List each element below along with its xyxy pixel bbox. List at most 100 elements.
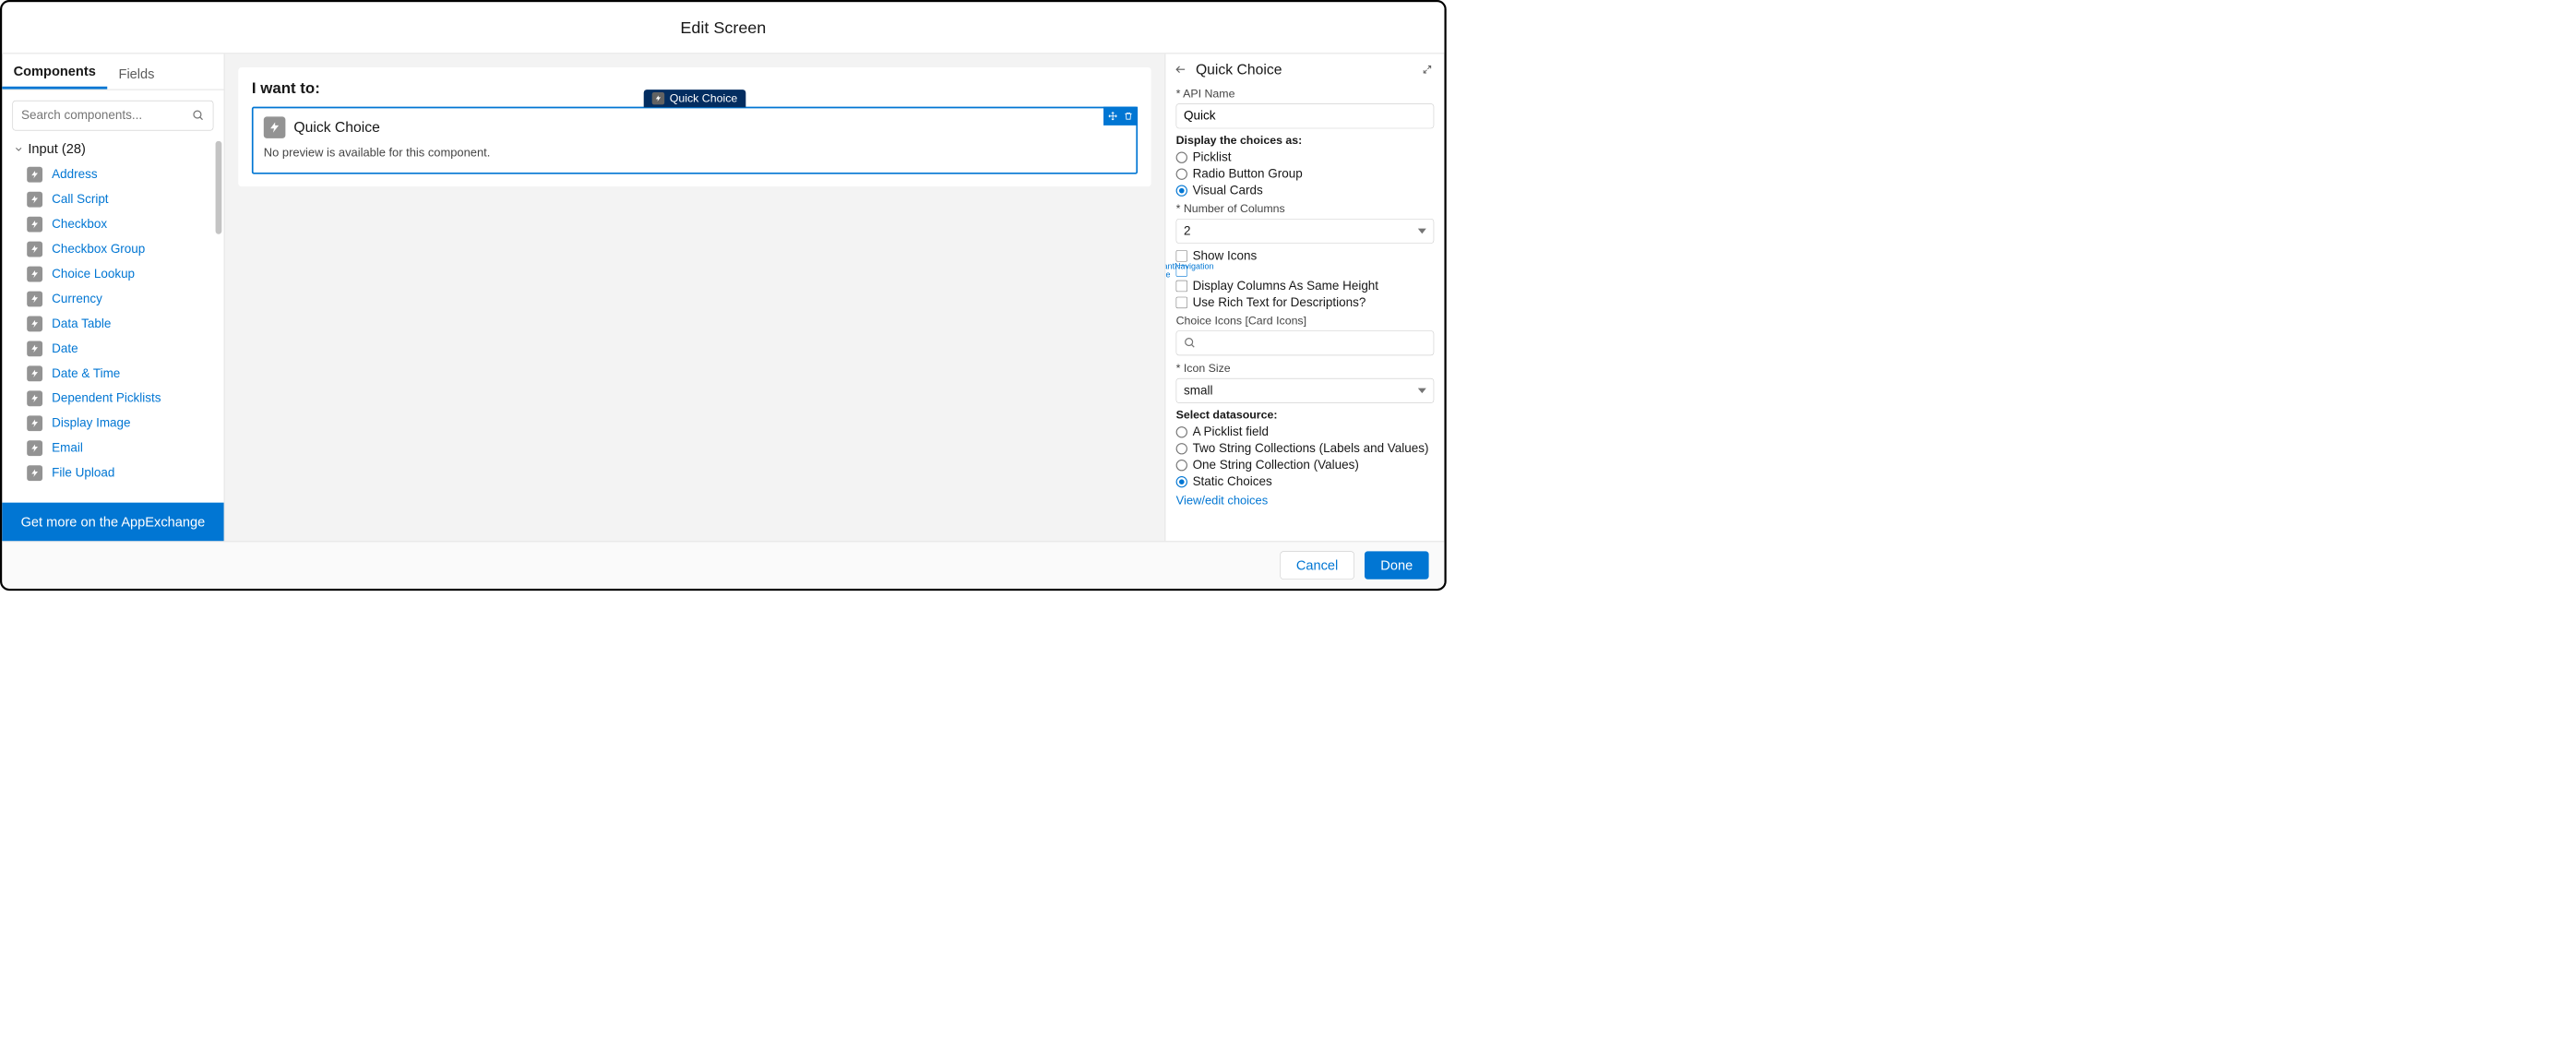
checkbox-label: Show Icons [1193, 249, 1258, 264]
palette-item[interactable]: Checkbox Group [2, 237, 223, 262]
lightning-icon [652, 92, 664, 104]
tab-components[interactable]: Components [2, 55, 107, 90]
modal-footer: Cancel Done [2, 541, 1444, 589]
datasource-label: Select datasource: [1176, 408, 1435, 422]
selected-component[interactable]: Quick Choice Quick Ch [252, 107, 1138, 174]
checkbox-option[interactable]: Display Columns As Same Height [1176, 279, 1435, 293]
checkbox-option[interactable]: Use Rich Text for Descriptions? [1176, 295, 1435, 310]
palette-item[interactable]: Address [2, 162, 223, 187]
palette-item[interactable]: Dependent Picklists [2, 386, 223, 411]
choice-icons-input[interactable] [1201, 336, 1426, 350]
component-icon [27, 267, 42, 282]
radio-icon [1176, 476, 1187, 487]
palette-item[interactable]: Currency [2, 287, 223, 312]
move-icon[interactable] [1106, 110, 1118, 122]
choice-icons-label: Choice Icons [Card Icons] [1176, 314, 1435, 328]
cancel-button[interactable]: Cancel [1280, 551, 1354, 579]
radio-option[interactable]: Radio Button Group [1176, 167, 1435, 182]
radio-option[interactable]: Picklist [1176, 150, 1435, 165]
scrollbar-thumb[interactable] [216, 141, 222, 234]
choice-icons-search[interactable] [1176, 330, 1435, 355]
palette-item-label: Address [52, 167, 97, 182]
palette-tabs: Components Fields [2, 54, 223, 90]
palette-item-label: Data Table [52, 317, 111, 331]
radio-option[interactable]: Visual Cards [1176, 184, 1435, 198]
palette-item[interactable]: Call Script [2, 187, 223, 212]
radio-label: Static Choices [1193, 474, 1272, 489]
checkbox-icon: InstantNavigation Mode [1176, 265, 1187, 276]
radio-option[interactable]: Static Choices [1176, 474, 1435, 489]
palette-scrollbar[interactable] [214, 141, 221, 503]
palette-item[interactable]: File Upload [2, 460, 223, 485]
checkbox-option[interactable]: InstantNavigation Mode [1176, 265, 1435, 276]
dropdown-icon [1418, 389, 1426, 394]
search-icon [1184, 337, 1196, 349]
radio-icon [1176, 152, 1187, 163]
radio-label: Two String Collections (Labels and Value… [1193, 441, 1429, 456]
component-search[interactable] [12, 101, 213, 131]
component-icon [27, 292, 42, 307]
radio-icon [1176, 185, 1187, 196]
group-header-input[interactable]: Input (28) [2, 141, 223, 162]
radio-option[interactable]: One String Collection (Values) [1176, 458, 1435, 472]
radio-label: A Picklist field [1193, 424, 1269, 439]
palette-item-label: Choice Lookup [52, 267, 135, 281]
palette-item[interactable]: Choice Lookup [2, 262, 223, 287]
appexchange-link[interactable]: Get more on the AppExchange [2, 503, 223, 542]
checkbox-icon [1176, 250, 1187, 261]
component-icon [27, 440, 42, 456]
back-button[interactable] [1173, 62, 1188, 78]
num-columns-select[interactable]: 2 [1176, 219, 1435, 244]
palette-item-label: Call Script [52, 192, 108, 207]
api-name-input[interactable] [1176, 103, 1435, 128]
chevron-down-icon [14, 144, 24, 154]
properties-title: Quick Choice [1196, 61, 1413, 78]
modal-title: Edit Screen [680, 18, 766, 37]
component-icon [27, 242, 42, 257]
selected-tag: Quick Choice [644, 90, 746, 107]
component-icon [27, 365, 42, 381]
checkbox-label: Use Rich Text for Descriptions? [1193, 295, 1366, 310]
radio-option[interactable]: A Picklist field [1176, 424, 1435, 439]
palette-item[interactable]: Email [2, 436, 223, 460]
palette-item[interactable]: Checkbox [2, 212, 223, 237]
delete-icon[interactable] [1122, 110, 1134, 122]
group-label: Input (28) [28, 141, 85, 157]
palette-item-label: File Upload [52, 466, 114, 481]
palette-item-label: Currency [52, 292, 102, 306]
component-icon [27, 217, 42, 233]
palette-item-label: Dependent Picklists [52, 391, 161, 406]
radio-icon [1176, 168, 1187, 179]
components-palette: Components Fields Input (28) Address [2, 54, 224, 541]
palette-item-label: Checkbox Group [52, 242, 145, 257]
palette-item[interactable]: Display Image [2, 411, 223, 436]
radio-option[interactable]: Two String Collections (Labels and Value… [1176, 441, 1435, 456]
palette-item[interactable]: Date & Time [2, 361, 223, 386]
palette-item[interactable]: Data Table [2, 311, 223, 336]
component-icon [27, 341, 42, 356]
checkbox-icon [1176, 297, 1187, 308]
view-edit-choices-link[interactable]: View/edit choices [1176, 494, 1435, 508]
palette-item[interactable]: Date [2, 336, 223, 361]
tab-fields[interactable]: Fields [107, 57, 166, 89]
api-name-label: API Name [1176, 87, 1435, 101]
search-input[interactable] [21, 108, 187, 123]
component-icon [27, 192, 42, 208]
checkbox-label: Display Columns As Same Height [1193, 279, 1378, 293]
radio-label: One String Collection (Values) [1193, 458, 1359, 472]
expand-button[interactable] [1420, 62, 1436, 78]
icon-size-select[interactable]: small [1176, 378, 1435, 403]
radio-icon [1176, 443, 1187, 454]
palette-item-label: Date & Time [52, 366, 120, 381]
no-preview-text: No preview is available for this compone… [264, 146, 1126, 160]
canvas-container: I want to: Quick Choice [238, 67, 1151, 186]
component-icon [27, 390, 42, 406]
lightning-icon [264, 116, 286, 138]
done-button[interactable]: Done [1365, 551, 1429, 579]
checkbox-option[interactable]: Show Icons [1176, 249, 1435, 264]
screen-canvas: I want to: Quick Choice [225, 54, 1165, 541]
modal-header: Edit Screen [2, 2, 1444, 54]
palette-item-label: Email [52, 441, 83, 456]
edit-screen-modal: Edit Screen Components Fields Input (28) [0, 0, 1447, 591]
component-icon [27, 167, 42, 183]
